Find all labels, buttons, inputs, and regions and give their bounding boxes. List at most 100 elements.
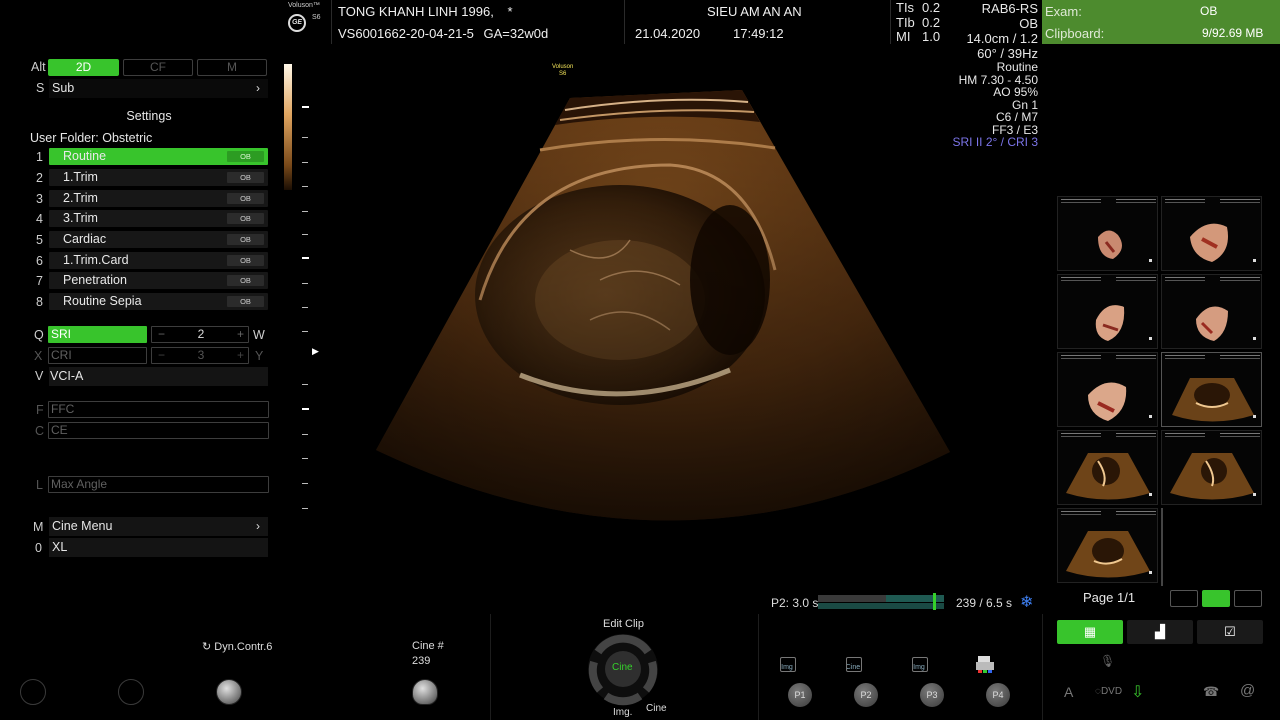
preset-name: 2.Trim [63, 191, 98, 205]
p3-button[interactable]: P3 [920, 683, 944, 707]
depth-tick [302, 483, 308, 484]
p2-button[interactable]: P2 [854, 683, 878, 707]
clip-thumbnail[interactable] [1057, 508, 1158, 583]
preset-1-trim-card[interactable]: 1.Trim.Card OB [49, 252, 268, 269]
chevron-right-icon: › [256, 519, 260, 533]
clip-thumbnail[interactable] [1161, 352, 1262, 427]
p4-button[interactable]: P4 [986, 683, 1010, 707]
grid-view-button[interactable]: ▦ [1057, 620, 1123, 644]
cine-progress-bar[interactable] [818, 593, 944, 610]
exam-time: 17:49:12 [733, 26, 784, 41]
preset-cardiac[interactable]: Cardiac OB [49, 231, 268, 248]
x-key: X [34, 349, 43, 363]
dyn-contr-knob[interactable] [216, 679, 242, 705]
clip-thumbnail[interactable] [1057, 196, 1158, 271]
probe-ao: AO 95% [993, 85, 1038, 99]
layout-2x2-button[interactable] [1202, 590, 1230, 607]
depth-tick [302, 458, 308, 459]
xl-row[interactable]: XL [49, 538, 268, 557]
preset-tag: OB [227, 151, 264, 162]
depth-tick [302, 211, 308, 212]
sub-menu-row[interactable]: Sub › [49, 79, 268, 98]
vci-a-row[interactable]: VCI-A [49, 367, 268, 386]
cri-value: 3 [197, 348, 205, 362]
store-cine-icon[interactable]: Cine [843, 655, 863, 675]
thumbnail-scrollbar[interactable] [1161, 508, 1163, 586]
control-knob[interactable] [118, 679, 144, 705]
cri-stepper[interactable]: − 3 + [151, 347, 249, 364]
minus-icon[interactable]: − [158, 327, 165, 342]
focus-marker-icon[interactable]: ▶ [312, 346, 319, 357]
patient-name-text: TONG KHANH LINH 1996, [338, 4, 494, 19]
microphone-icon[interactable]: 🎙 [1100, 654, 1115, 668]
preset-tag: OB [227, 172, 264, 183]
checklist-button[interactable]: ☑ [1197, 620, 1263, 644]
clip-thumbnail[interactable] [1057, 430, 1158, 505]
clip-thumbnail[interactable] [1161, 430, 1262, 505]
p1-button[interactable]: P1 [788, 683, 812, 707]
preset-routine[interactable]: Routine OB [49, 148, 268, 165]
sri-toggle[interactable]: SRI [48, 326, 147, 343]
minus-icon[interactable]: − [158, 348, 165, 363]
cine-menu-row[interactable]: Cine Menu › [49, 517, 268, 536]
max-angle-field[interactable]: Max Angle [48, 476, 269, 493]
clip-thumbnail[interactable] [1161, 274, 1262, 349]
tab-cf[interactable]: CF [123, 59, 193, 76]
model-text: S6 [312, 14, 321, 21]
sri-stepper[interactable]: − 2 + [151, 326, 249, 343]
clip-thumbnail[interactable] [1161, 196, 1262, 271]
depth-tick [302, 384, 308, 385]
preset-tag: OB [227, 255, 264, 266]
checkbox-icon: ☑ [1224, 624, 1236, 639]
store-image-icon[interactable]: Img [777, 655, 797, 675]
preset-3-trim[interactable]: 3.Trim OB [49, 210, 268, 227]
email-icon[interactable]: @ [1240, 682, 1255, 699]
ffc-field[interactable]: FFC [48, 401, 269, 418]
gestational-age: GA=32w0d [483, 26, 549, 41]
depth-tick [302, 283, 308, 284]
cine-position-marker[interactable] [932, 593, 936, 610]
cine-period: P2: 3.0 s [771, 596, 819, 610]
preset-routine-sepia[interactable]: Routine Sepia OB [49, 293, 268, 310]
control-knob[interactable] [20, 679, 46, 705]
dyn-contr-value: Dyn.Contr.6 [214, 641, 273, 653]
snowflake-icon[interactable]: ❄ [1020, 592, 1033, 612]
cine-progress-fill [818, 595, 887, 602]
xl-label: XL [52, 540, 68, 554]
ce-field[interactable]: CE [48, 422, 269, 439]
phone-icon[interactable]: ☎ [1203, 684, 1219, 700]
exam-info-box[interactable]: Exam: OB Clipboard: 9/92.69 MB [1042, 0, 1280, 44]
dvd-icon[interactable]: ◌DVD [1095, 686, 1122, 697]
ultrasound-image[interactable] [370, 70, 960, 540]
preset-penetration[interactable]: Penetration OB [49, 272, 268, 289]
preset-2-trim[interactable]: 2.Trim OB [49, 190, 268, 207]
plus-icon[interactable]: + [237, 327, 244, 342]
cine-knob[interactable] [412, 679, 438, 705]
cine-label: Cine [646, 703, 667, 714]
probe-depth: 14.0cm / 1.2 [966, 31, 1038, 46]
preset-1-trim[interactable]: 1.Trim OB [49, 169, 268, 186]
probe-app: OB [1019, 16, 1038, 31]
export-icon[interactable]: ⇩ [1131, 682, 1144, 702]
plus-icon[interactable]: + [237, 348, 244, 363]
depth-tick [302, 234, 308, 235]
send-image-icon[interactable]: Img [909, 655, 929, 675]
preset-name: Cardiac [63, 232, 107, 246]
cri-toggle[interactable]: CRI [48, 347, 147, 364]
s-key: S [36, 81, 45, 95]
tab-m[interactable]: M [197, 59, 267, 76]
depth-tick [302, 307, 308, 308]
font-icon[interactable]: A [1064, 684, 1073, 700]
preset-tag: OB [227, 296, 264, 307]
clip-thumbnail[interactable] [1057, 352, 1158, 427]
layout-1x1-button[interactable] [1170, 590, 1198, 607]
cine-frame-count: 239 / 6.5 s [956, 596, 1013, 610]
chevron-right-icon: › [256, 81, 260, 95]
report-button[interactable]: ▟ [1127, 620, 1193, 644]
ge-logo-icon: GE [288, 14, 306, 32]
clip-thumbnail[interactable] [1057, 274, 1158, 349]
print-icon[interactable] [975, 654, 995, 674]
tab-2d[interactable]: 2D [48, 59, 119, 76]
exam-date: 21.04.2020 [635, 26, 701, 41]
layout-3x3-button[interactable] [1234, 590, 1262, 607]
